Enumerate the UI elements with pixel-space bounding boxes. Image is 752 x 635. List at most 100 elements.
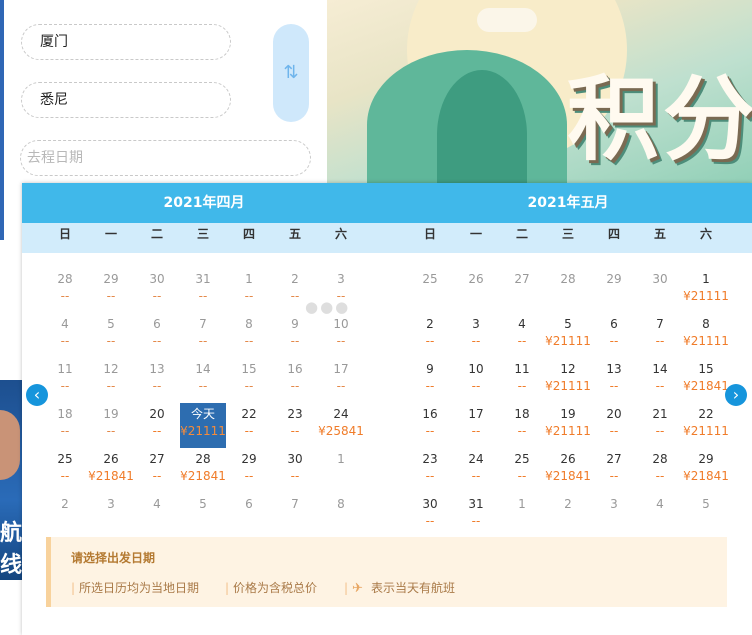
day-price: -- (106, 379, 116, 393)
calendar-day[interactable]: 19 ¥21111 (545, 403, 591, 448)
calendar-day[interactable]: 18 -- (499, 403, 545, 448)
calendar-day[interactable]: 26 ¥21841 (88, 448, 134, 493)
calendar-day: 8 -- (226, 313, 272, 358)
calendar-day[interactable]: 29 -- (226, 448, 272, 493)
calendar-day[interactable]: 16 -- (407, 403, 453, 448)
calendar-day[interactable]: 9 -- (407, 358, 453, 403)
calendar-day[interactable]: 29 ¥21841 (683, 448, 729, 493)
calendar-day[interactable]: 11 -- (499, 358, 545, 403)
day-number: 1 (702, 272, 710, 286)
calendar-day: 8 (318, 493, 364, 538)
calendar-day[interactable]: 22 -- (226, 403, 272, 448)
arrival-city-field[interactable]: 悉尼 (21, 82, 231, 118)
swap-cities-button[interactable]: ⇅ (273, 24, 309, 122)
day-price: -- (244, 289, 254, 303)
day-price: -- (244, 334, 254, 348)
calendar-day[interactable]: 24 -- (453, 448, 499, 493)
day-number: 12 (103, 362, 119, 376)
calendar-day[interactable]: 30 -- (272, 448, 318, 493)
date-picker: 2021年四月 2021年五月 日一二三四五六日一二三四五六 28 -- 29 -- 3… (22, 183, 752, 635)
photo-caption: 航线 (0, 521, 23, 578)
day-price (226, 513, 272, 531)
calendar-day[interactable]: 14 -- (637, 358, 683, 403)
notice-flight-available: | ✈ 表示当天有航班 (344, 579, 455, 596)
calendar-day[interactable]: 15 ¥21841 (683, 358, 729, 403)
day-number: 11 (514, 362, 530, 376)
calendar-day[interactable]: 25 -- (499, 448, 545, 493)
calendar-header: 2021年四月 2021年五月 (22, 183, 752, 223)
calendar-day[interactable]: 28 ¥21841 (180, 448, 226, 493)
calendar-day[interactable]: 5 ¥21111 (545, 313, 591, 358)
calendar-day[interactable]: 1 ¥21111 (683, 268, 729, 313)
day-price: ¥21111 (683, 289, 729, 303)
day-number: 4 (61, 317, 69, 331)
departure-city-field[interactable]: 厦门 (21, 24, 231, 60)
day-price: -- (60, 424, 70, 438)
calendar-day[interactable]: 4 -- (499, 313, 545, 358)
calendar-day[interactable]: 23 -- (272, 403, 318, 448)
calendar-day[interactable]: 31 -- (453, 493, 499, 538)
day-number: 27 (149, 452, 165, 466)
calendar-day[interactable]: 25 -- (42, 448, 88, 493)
day-number: 14 (652, 362, 668, 376)
day-number: 7 (291, 497, 299, 511)
day-number: 18 (514, 407, 530, 421)
day-price: -- (152, 334, 162, 348)
calendar-day: 16 -- (272, 358, 318, 403)
calendar-day: 1 -- (226, 268, 272, 313)
calendar-day[interactable]: 7 -- (637, 313, 683, 358)
day-price (591, 513, 637, 531)
day-price: -- (517, 424, 527, 438)
weekday-label: 一 (104, 227, 117, 241)
day-number: 19 (560, 407, 576, 421)
weekday-label: 五 (653, 227, 666, 241)
calendar-day[interactable]: 2 -- (407, 313, 453, 358)
calendar-day[interactable]: 28 -- (637, 448, 683, 493)
day-price: -- (655, 334, 665, 348)
calendar-day[interactable]: 20 -- (591, 403, 637, 448)
weekday-label: 一 (469, 227, 482, 241)
day-number: 30 (652, 272, 668, 286)
calendar-day[interactable]: 10 -- (453, 358, 499, 403)
calendar-day-today[interactable]: 今天 ¥21111 (180, 403, 226, 448)
day-price: -- (336, 334, 346, 348)
calendar-day[interactable]: 23 -- (407, 448, 453, 493)
weekday-header-row: 日一二三四五六日一二三四五六 (22, 223, 752, 253)
promo-photo[interactable]: 航线 (0, 380, 22, 580)
day-price: -- (425, 514, 435, 528)
calendar-day: 28 -- (42, 268, 88, 313)
calendar-day: 13 -- (134, 358, 180, 403)
calendar-day[interactable]: 22 ¥21111 (683, 403, 729, 448)
calendar-day[interactable]: 3 -- (453, 313, 499, 358)
calendar-day[interactable]: 13 -- (591, 358, 637, 403)
next-month-button[interactable]: › (725, 384, 747, 406)
day-price: -- (609, 469, 619, 483)
calendar-day[interactable]: 26 ¥21841 (545, 448, 591, 493)
day-number: 7 (656, 317, 664, 331)
promo-banner[interactable]: 积分 (327, 0, 752, 190)
calendar-day[interactable]: 27 -- (134, 448, 180, 493)
day-number: 22 (698, 407, 714, 421)
calendar-day[interactable]: 30 -- (407, 493, 453, 538)
calendar-day[interactable]: 24 ¥25841 (318, 403, 364, 448)
calendar-day[interactable]: 20 -- (134, 403, 180, 448)
day-price (180, 513, 226, 531)
day-price: -- (517, 469, 527, 483)
departure-date-input[interactable]: 去程日期 (20, 140, 311, 176)
day-number: 12 (560, 362, 576, 376)
calendar-day[interactable]: 17 -- (453, 403, 499, 448)
calendar-day[interactable]: 21 -- (637, 403, 683, 448)
day-number: 26 (468, 272, 484, 286)
day-price: -- (290, 334, 300, 348)
calendar-day[interactable]: 12 ¥21111 (545, 358, 591, 403)
day-number: 4 (153, 497, 161, 511)
calendar-day[interactable]: 6 -- (591, 313, 637, 358)
day-price (545, 513, 591, 531)
calendar-day[interactable]: 27 -- (591, 448, 637, 493)
day-price (272, 513, 318, 531)
prev-month-button[interactable]: ‹ (26, 384, 48, 406)
calendar-day: 1 (318, 448, 364, 493)
calendar-day: 14 -- (180, 358, 226, 403)
weekday-label: 二 (150, 227, 163, 241)
calendar-day[interactable]: 8 ¥21111 (683, 313, 729, 358)
